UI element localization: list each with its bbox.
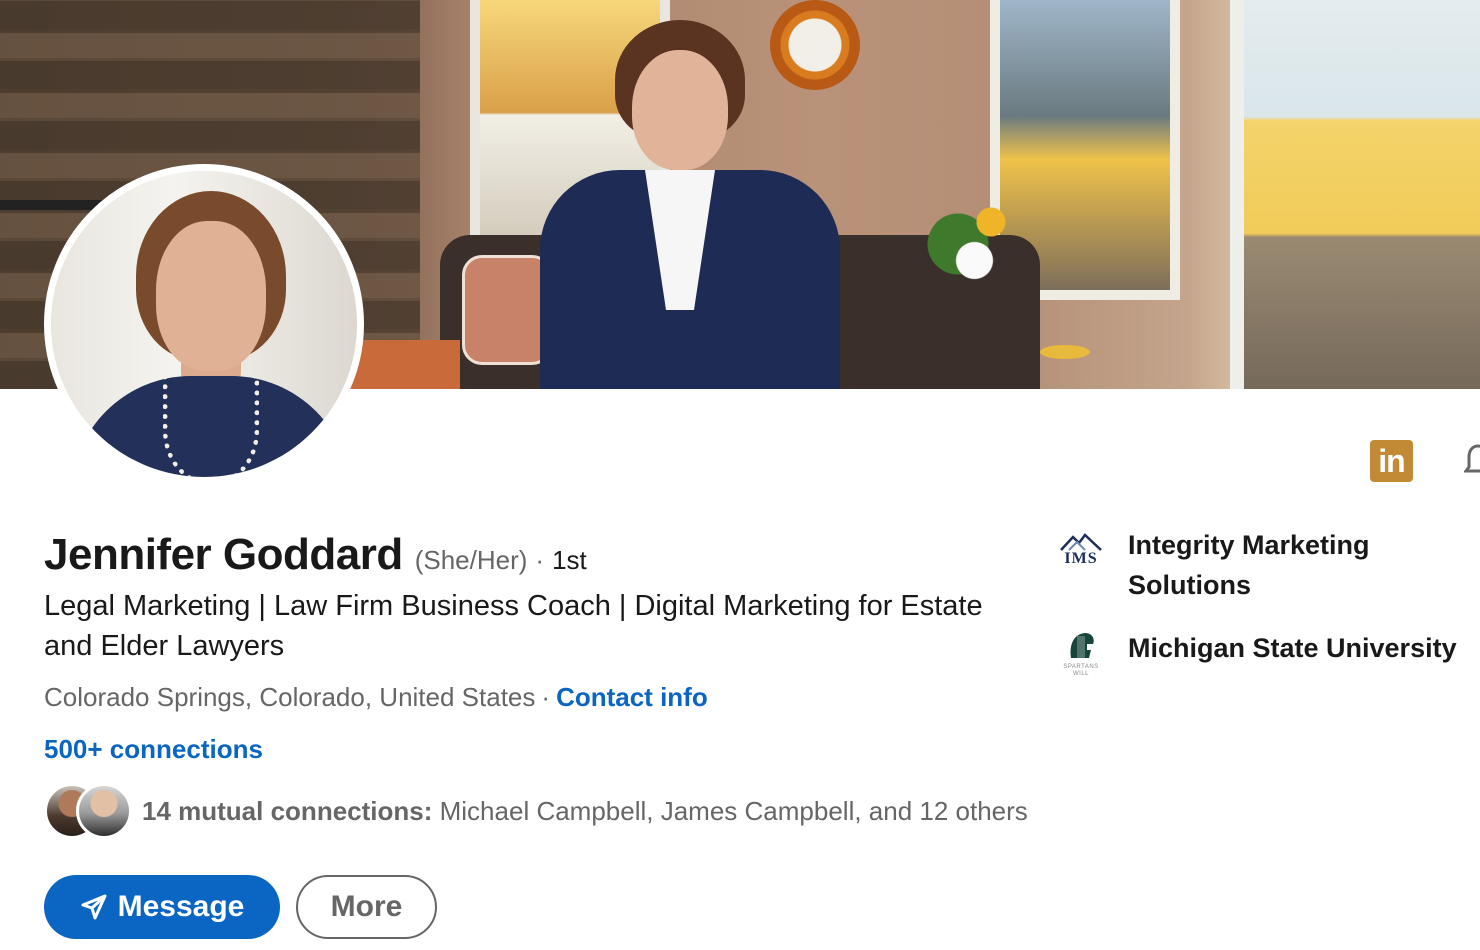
- name-row: Jennifer Goddard (She/Her) · 1st: [44, 530, 587, 580]
- banner-flowers: [925, 200, 1035, 310]
- profile-pronouns: (She/Her): [414, 545, 528, 575]
- mutual-avatar: [76, 783, 132, 839]
- contact-info-link[interactable]: Contact info: [556, 682, 708, 712]
- company-logo: IMS: [1056, 525, 1106, 575]
- banner-planter: [350, 340, 460, 389]
- more-button-label: More: [330, 890, 403, 923]
- message-button[interactable]: Message: [44, 875, 280, 939]
- company-name: Integrity Marketing Solutions: [1128, 530, 1370, 600]
- profile-name: Jennifer Goddard: [44, 530, 403, 579]
- mutual-connections-text[interactable]: 14 mutual connections: Michael Campbell,…: [142, 796, 1028, 827]
- connection-degree: · 1st: [535, 545, 587, 575]
- message-button-label: Message: [117, 890, 245, 923]
- education-item[interactable]: SPARTANS WILL Michigan State University: [1056, 628, 1480, 678]
- bell-icon[interactable]: [1463, 440, 1480, 480]
- banner-stool: [1040, 345, 1090, 359]
- linkedin-icon[interactable]: in: [1370, 440, 1413, 482]
- more-button[interactable]: More: [296, 875, 437, 939]
- location-row: Colorado Springs, Colorado, United State…: [44, 682, 708, 712]
- send-arrow-icon: [81, 894, 107, 920]
- school-name: Michigan State University: [1128, 633, 1457, 663]
- profile-avatar[interactable]: [44, 164, 364, 484]
- banner-person: [520, 20, 860, 389]
- banner-glass-door: [1230, 0, 1480, 389]
- profile-headline: Legal Marketing | Law Firm Business Coac…: [44, 590, 983, 662]
- profile-location: Colorado Springs, Colorado, United State…: [44, 682, 536, 712]
- connections-link[interactable]: 500+ connections: [44, 734, 263, 765]
- school-logo: SPARTANS WILL: [1056, 628, 1106, 678]
- experience-item[interactable]: IMS Integrity Marketing Solutions: [1056, 525, 1480, 605]
- mutual-connections[interactable]: 14 mutual connections: Michael Campbell,…: [44, 783, 1028, 839]
